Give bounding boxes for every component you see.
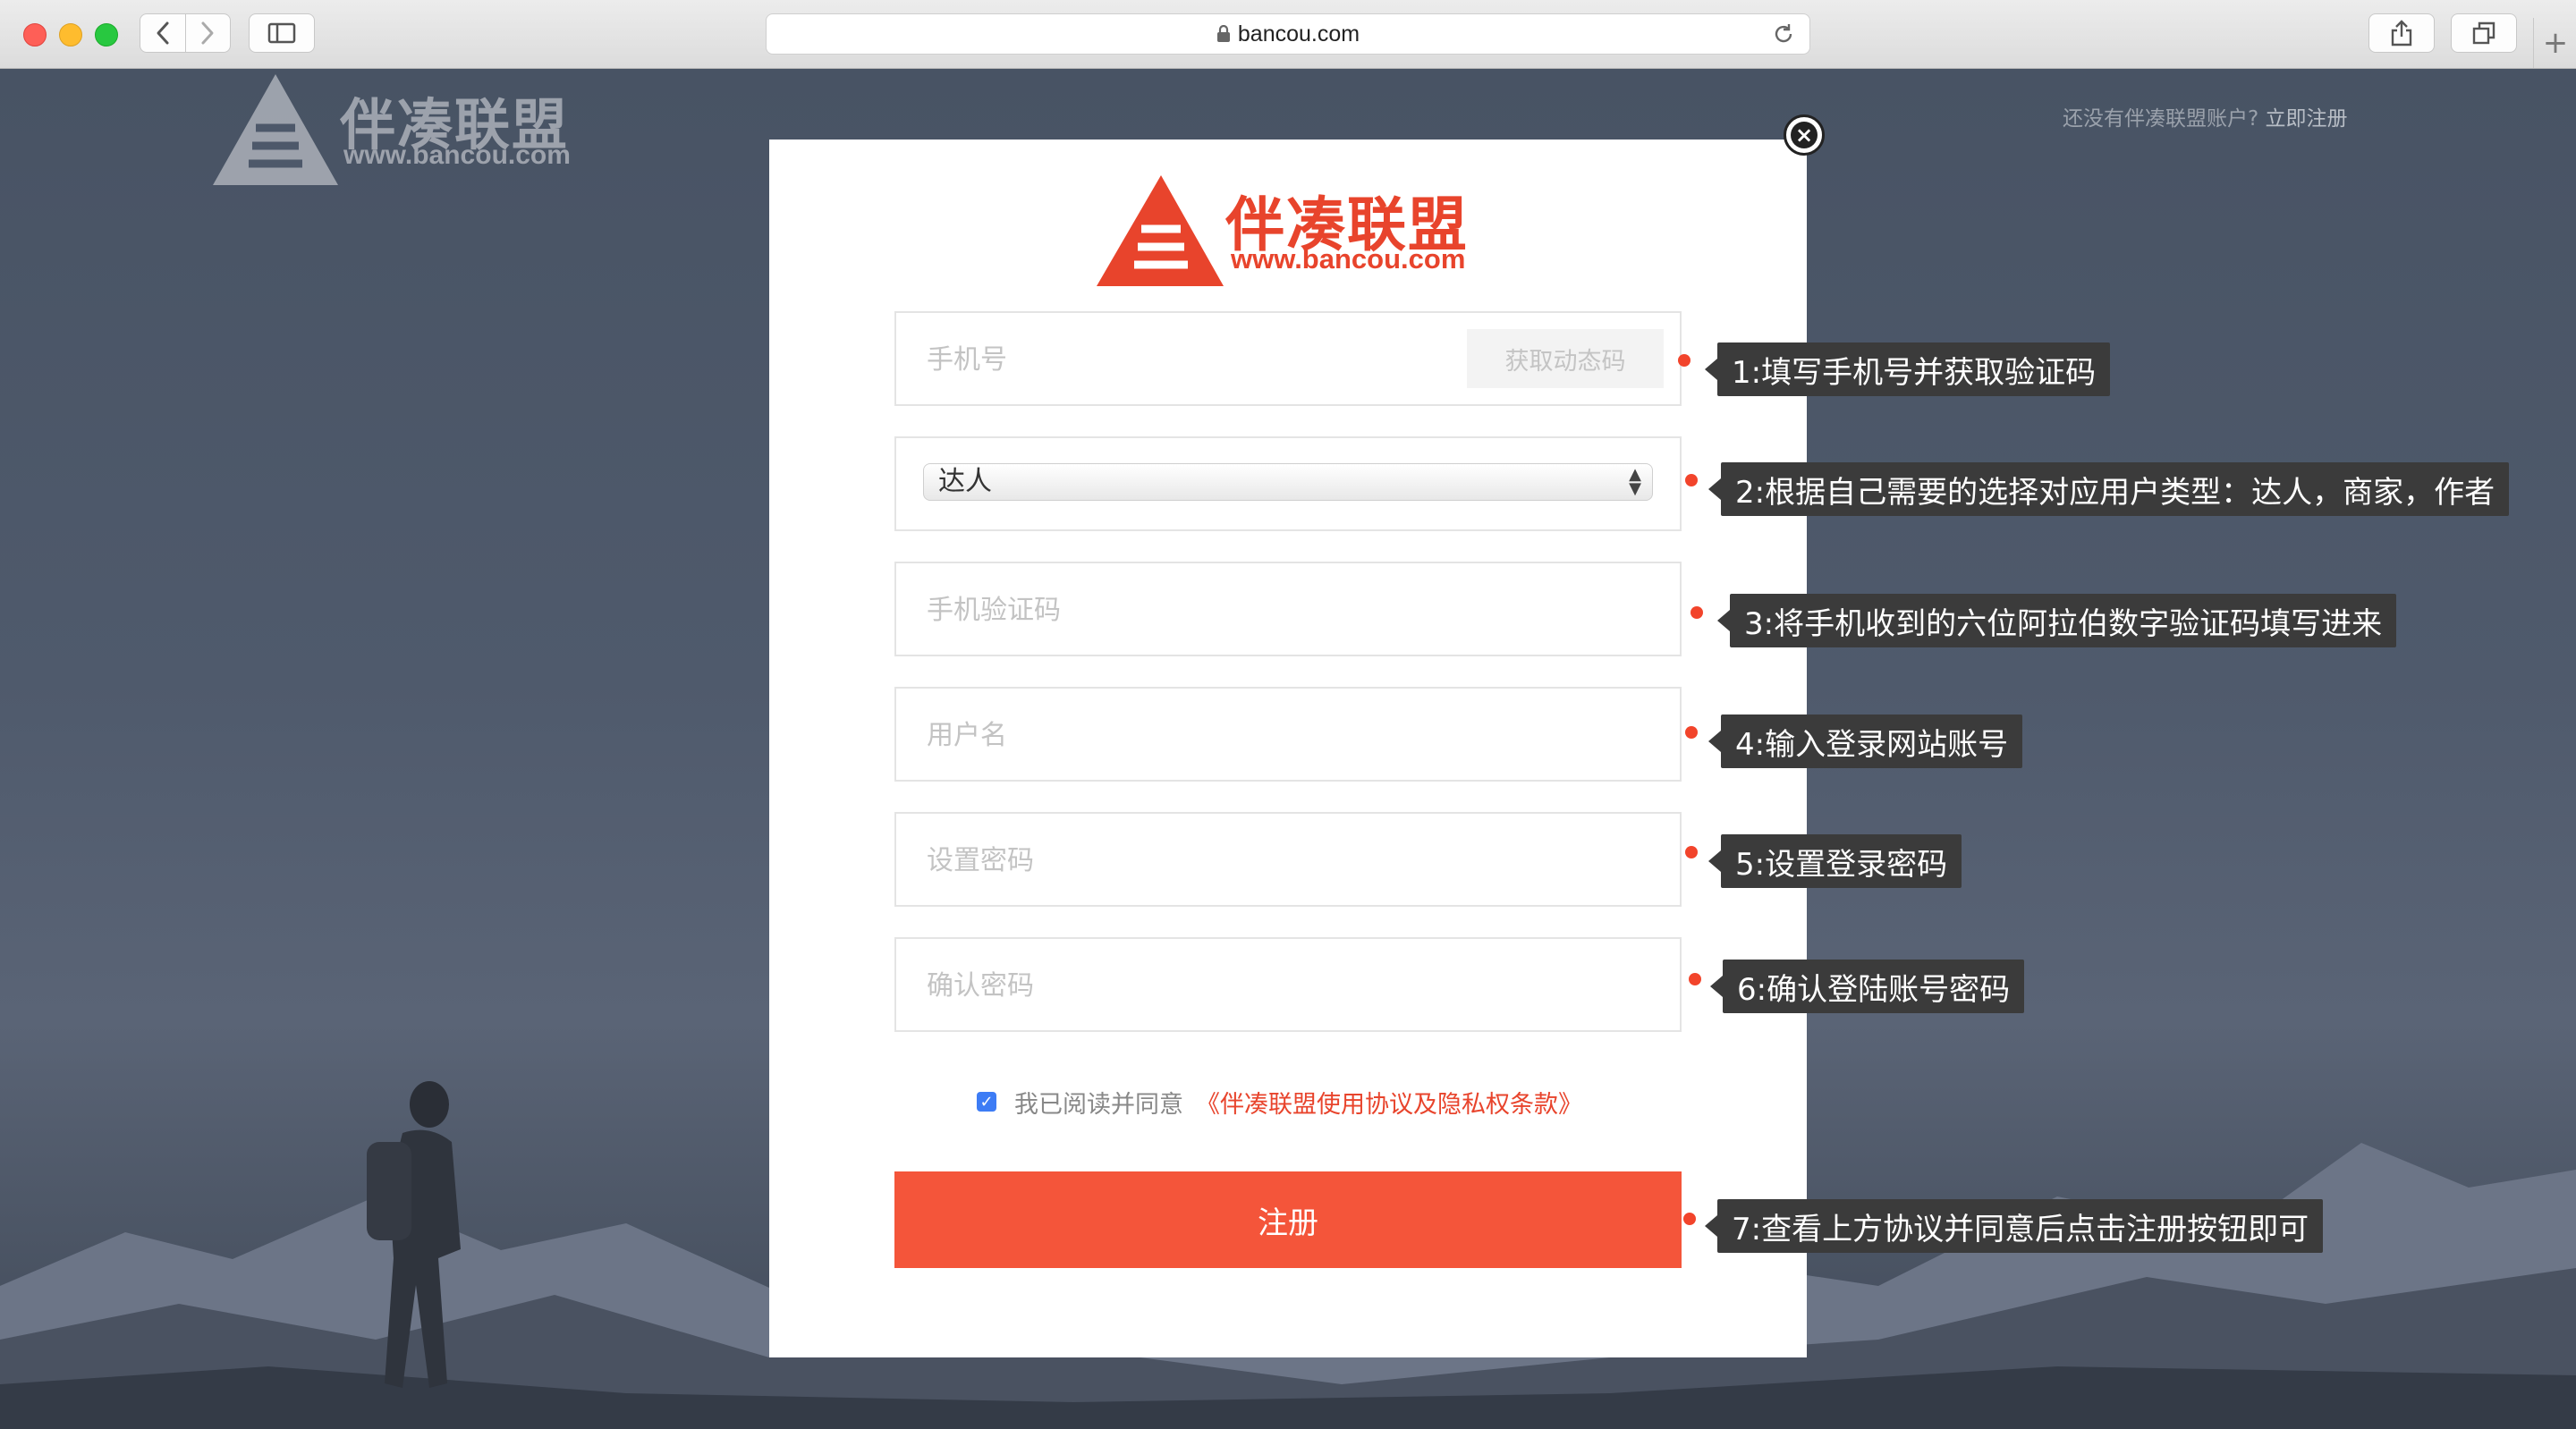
zoom-window-button[interactable] — [95, 23, 118, 47]
new-tab-button[interactable]: + — [2533, 18, 2576, 68]
checkmark-icon: ✓ — [979, 1092, 994, 1112]
background-logo: 伴凑联盟 www.bancou.com — [213, 69, 606, 185]
address-bar[interactable]: bancou.com — [766, 13, 1810, 55]
logo-mark-icon — [1097, 175, 1224, 286]
logo-mark-icon — [213, 74, 338, 185]
show-tabs-button[interactable] — [2451, 13, 2517, 53]
register-prompt-text: 还没有伴凑联盟账户? — [2063, 107, 2259, 131]
share-button[interactable] — [2368, 13, 2435, 53]
sms-code-field — [894, 562, 1682, 656]
annotation-dot — [1678, 354, 1690, 367]
chevron-right-icon — [201, 21, 214, 45]
annotation-dot — [1685, 726, 1698, 739]
get-code-button[interactable]: 获取动态码 — [1467, 329, 1664, 388]
minimize-window-button[interactable] — [59, 23, 82, 47]
background-logo-url: www.bancou.com — [343, 140, 571, 170]
username-input[interactable] — [925, 689, 1465, 782]
annotation-6: 6:确认登陆账号密码 — [1709, 960, 2025, 1013]
user-type-select[interactable]: 达人 ▲ ▼ — [923, 463, 1653, 501]
annotation-dot — [1685, 846, 1698, 858]
confirm-password-field — [894, 937, 1682, 1032]
register-now-link[interactable]: 立即注册 — [2266, 107, 2348, 131]
forward-button[interactable] — [184, 14, 231, 52]
annotation-3: 3:将手机收到的六位阿拉伯数字验证码填写进来 — [1716, 594, 2397, 647]
annotation-dot — [1683, 1213, 1696, 1225]
agreement-link[interactable]: 《伴凑联盟使用协议及隐私权条款》 — [1196, 1085, 1582, 1120]
lock-icon — [1216, 25, 1230, 42]
modal-close-button[interactable]: × — [1784, 114, 1825, 156]
annotation-dot — [1689, 973, 1701, 985]
phone-field: 获取动态码 — [894, 311, 1682, 406]
user-type-value: 达人 — [938, 466, 992, 497]
back-button[interactable] — [140, 14, 185, 52]
password-input[interactable] — [925, 814, 1465, 907]
browser-toolbar: bancou.com + — [0, 0, 2576, 69]
annotation-dot — [1685, 474, 1698, 486]
sidebar-icon — [267, 22, 296, 44]
username-field — [894, 687, 1682, 782]
agreement-row: ✓ 我已阅读并同意 《伴凑联盟使用协议及隐私权条款》 — [977, 1085, 1582, 1120]
annotation-1: 1:填写手机号并获取验证码 — [1704, 342, 2111, 396]
register-button[interactable]: 注册 — [894, 1171, 1682, 1268]
user-type-field: 达人 ▲ ▼ — [894, 436, 1682, 531]
annotation-4: 4:输入登录网站账号 — [1707, 714, 2023, 768]
annotation-2: 2:根据自己需要的选择对应用户类型：达人，商家，作者 — [1707, 462, 2510, 516]
modal-logo: 伴凑联盟 www.bancou.com — [1097, 172, 1490, 290]
chevron-left-icon — [157, 21, 169, 45]
hiker-silhouette — [367, 1081, 461, 1388]
confirm-password-input[interactable] — [925, 939, 1465, 1032]
annotation-7: 7:查看上方协议并同意后点击注册按钮即可 — [1704, 1199, 2324, 1253]
register-prompt: 还没有伴凑联盟账户? 立即注册 — [2063, 101, 2348, 131]
plus-icon: + — [2542, 25, 2569, 61]
navigation-buttons — [140, 13, 231, 53]
phone-input[interactable] — [925, 313, 1465, 406]
sidebar-button[interactable] — [249, 13, 315, 53]
share-icon — [2391, 20, 2412, 47]
annotation-5: 5:设置登录密码 — [1707, 834, 1962, 888]
select-arrows-icon: ▲ ▼ — [1629, 465, 1641, 498]
close-icon: × — [1791, 122, 1818, 148]
close-window-button[interactable] — [23, 23, 47, 47]
agree-checkbox[interactable]: ✓ — [977, 1092, 996, 1112]
tabs-icon — [2472, 21, 2496, 45]
url-text: bancou.com — [1237, 21, 1360, 47]
reload-icon[interactable] — [1772, 22, 1795, 46]
password-field — [894, 812, 1682, 907]
modal-logo-url: www.bancou.com — [1231, 243, 1466, 275]
annotation-dot — [1690, 606, 1703, 619]
agree-text: 我已阅读并同意 — [1014, 1090, 1183, 1119]
sms-code-input[interactable] — [925, 563, 1465, 656]
